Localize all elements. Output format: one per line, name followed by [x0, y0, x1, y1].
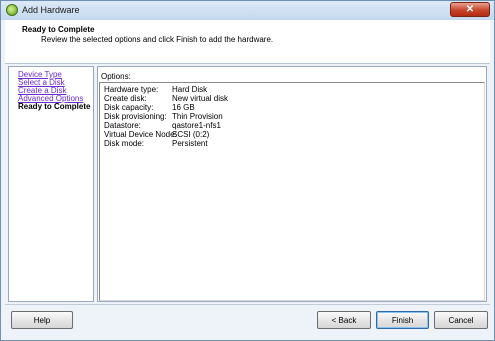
option-key: Virtual Device Node:	[104, 130, 177, 139]
wizard-header: Ready to Complete Review the selected op…	[5, 20, 490, 64]
option-value: Hard Disk	[172, 85, 208, 94]
finish-button[interactable]: Finish	[376, 311, 429, 329]
page-subtitle: Review the selected options and click Fi…	[41, 35, 274, 44]
options-label: Options:	[101, 72, 131, 81]
option-value: Persistent	[172, 139, 208, 148]
page-title: Ready to Complete	[22, 25, 95, 34]
cancel-button[interactable]: Cancel	[434, 311, 488, 329]
option-key: Create disk:	[104, 94, 147, 103]
footer-divider	[5, 304, 490, 305]
option-value: qastore1-nfs1	[172, 121, 221, 130]
option-value: SCSI (0:2)	[172, 130, 210, 139]
option-key: Disk capacity:	[104, 103, 154, 112]
back-button[interactable]: < Back	[317, 311, 371, 329]
close-button[interactable]: ✕	[450, 2, 490, 17]
option-key: Disk mode:	[104, 139, 145, 148]
option-key: Disk provisioning:	[104, 112, 167, 121]
option-key: Datastore:	[104, 121, 141, 130]
option-value: Thin Provision	[172, 112, 223, 121]
options-list: Hardware type: Hard Disk Create disk: Ne…	[99, 82, 485, 301]
add-hardware-window: Add Hardware ✕ Ready to Complete Review …	[0, 0, 495, 341]
option-key: Hardware type:	[104, 85, 159, 94]
help-button[interactable]: Help	[11, 311, 73, 329]
wizard-steps: Device Type Select a Disk Create a Disk …	[8, 66, 94, 302]
option-value: 16 GB	[172, 103, 195, 112]
step-ready-to-complete: Ready to Complete	[18, 102, 91, 111]
title-bar[interactable]: Add Hardware ✕	[1, 1, 494, 20]
option-value: New virtual disk	[172, 94, 229, 103]
options-panel: Options: Hardware type: Hard Disk Create…	[97, 66, 487, 302]
window-title: Add Hardware	[22, 5, 80, 15]
app-icon	[6, 4, 18, 16]
